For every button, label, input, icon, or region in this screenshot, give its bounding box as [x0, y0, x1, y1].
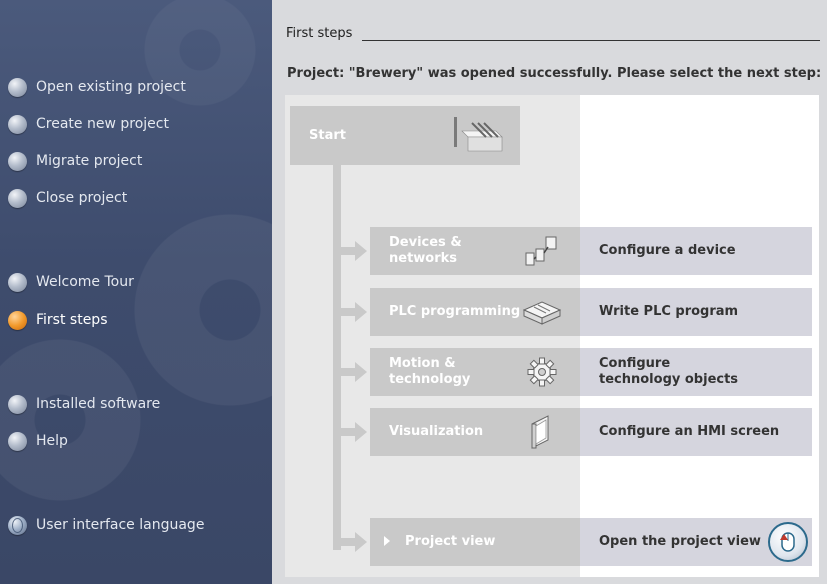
sidebar-item-label: User interface language [36, 517, 205, 533]
sidebar-item-create-new-project[interactable]: Create new project [8, 112, 169, 136]
step-visualization[interactable]: Visualization Configure an HMI screen [370, 408, 812, 456]
arrow-right-icon [355, 362, 367, 382]
sidebar-item-help[interactable]: Help [8, 429, 68, 453]
gear-icon [527, 357, 557, 387]
bullet-icon [8, 431, 27, 451]
step-category: Motion & technology [370, 348, 580, 396]
sidebar-item-label: Close project [36, 190, 128, 206]
arrow-right-icon [355, 532, 367, 552]
first-steps-content: First steps Project: "Brewery" was opene… [272, 0, 827, 584]
step-description: Write PLC program [599, 304, 739, 319]
step-category: Project view [370, 518, 580, 566]
step-label: Visualization [389, 424, 484, 439]
sidebar-item-first-steps[interactable]: First steps [8, 308, 108, 332]
step-action: Write PLC program [580, 288, 812, 336]
bullet-icon [8, 151, 27, 171]
page-title: First steps [286, 26, 353, 41]
bullet-icon [8, 77, 27, 97]
sidebar-item-label: Help [36, 433, 68, 449]
sidebar-item-label: Create new project [36, 116, 169, 132]
sidebar-item-user-interface-language[interactable]: User interface language [8, 513, 204, 537]
plc-program-icon [522, 301, 562, 325]
sidebar-item-close-project[interactable]: Close project [8, 186, 127, 210]
step-devices-networks[interactable]: Devices & networks Configure a device [370, 227, 812, 275]
step-action: Configure a device [580, 227, 812, 275]
step-motion-technology[interactable]: Motion & technology Configure technology… [370, 348, 812, 396]
step-description: Open the project view [599, 534, 761, 549]
sidebar-item-label: Welcome Tour [36, 274, 134, 290]
step-label: Project view [405, 534, 496, 549]
steps-panel: Start Devices & networks Configure a dev… [285, 95, 819, 577]
sidebar-item-label: Open existing project [36, 79, 186, 95]
sidebar-item-label: Migrate project [36, 153, 143, 169]
globe-icon [8, 515, 27, 535]
step-label: networks [389, 251, 458, 266]
step-description: Configure [599, 356, 671, 371]
step-description: technology objects [599, 372, 739, 387]
sidebar-item-label: First steps [36, 312, 108, 328]
step-label: Devices & [389, 235, 462, 250]
hmi-screen-icon [531, 415, 549, 449]
sidebar-item-welcome-tour[interactable]: Welcome Tour [8, 270, 134, 294]
sidebar-item-label: Installed software [36, 396, 161, 412]
bullet-icon [8, 272, 27, 292]
step-label: technology [389, 372, 471, 387]
step-description: Configure an HMI screen [599, 424, 780, 439]
start-stairs-icon [454, 117, 503, 152]
step-plc-programming[interactable]: PLC programming Write PLC program [370, 288, 812, 336]
bullet-icon [8, 394, 27, 414]
bullet-icon [8, 114, 27, 134]
arrow-right-icon [355, 302, 367, 322]
bullet-icon [8, 188, 27, 208]
step-category: Devices & networks [370, 227, 580, 275]
step-description: Configure a device [599, 243, 736, 258]
step-action: Configure an HMI screen [580, 408, 812, 456]
sidebar-item-migrate-project[interactable]: Migrate project [8, 149, 142, 173]
start-label: Start [309, 128, 346, 143]
chevron-right-icon [384, 536, 390, 546]
status-message: Project: "Brewery" was opened successful… [287, 66, 822, 81]
step-project-view[interactable]: Project view Open the project view [370, 518, 812, 566]
start-box: Start [290, 106, 520, 165]
portal-sidebar: Open existing project Create new project… [0, 0, 272, 584]
step-label: Motion & [389, 356, 456, 371]
title-divider [362, 40, 820, 41]
flow-connector-trunk [333, 165, 341, 550]
step-category: Visualization [370, 408, 580, 456]
bullet-active-icon [8, 310, 27, 330]
sidebar-item-open-existing-project[interactable]: Open existing project [8, 75, 186, 99]
sidebar-item-installed-software[interactable]: Installed software [8, 392, 160, 416]
mouse-icon [768, 522, 808, 562]
step-action: Configure technology objects [580, 348, 812, 396]
panel-shaded-area [285, 95, 580, 577]
step-category: PLC programming [370, 288, 580, 336]
arrow-right-icon [355, 422, 367, 442]
devices-networks-icon [525, 236, 557, 266]
arrow-right-icon [355, 241, 367, 261]
step-label: PLC programming [389, 304, 521, 319]
background-gear-decoration [120, 0, 272, 130]
